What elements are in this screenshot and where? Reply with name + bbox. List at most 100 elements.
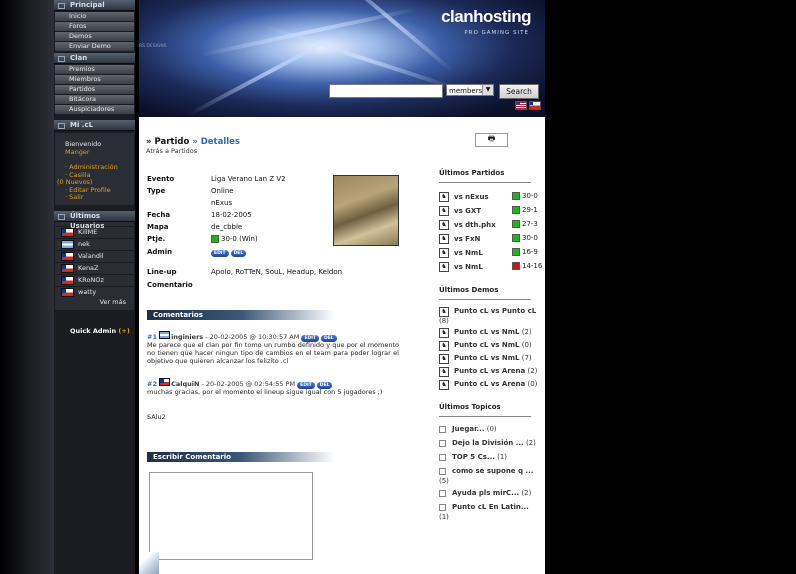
demo-title: Punto cL vs Arena [454,367,526,375]
ultimos-demos-title: Últimos Demos [439,286,499,294]
topic-item[interactable]: Dejo la División ... (2) [439,439,545,449]
menu-item-inicio[interactable]: Inicio [55,12,134,21]
quick-admin[interactable]: Quick Admin (+) [70,327,130,335]
match-opponent: vs NmL [454,249,483,257]
mapa-value: de_cbble [211,223,243,231]
back-link[interactable]: Atrás a Partidos [146,147,197,155]
english-flag-icon[interactable] [515,101,527,110]
map-thumbnail [333,175,399,246]
win-status-icon [512,220,520,228]
topic-bullet-icon [439,467,446,475]
topic-item[interactable]: TOP 5 Cs... (1) [439,453,545,463]
match-result: 30-0 [512,192,538,200]
user-item[interactable]: KenaZ [55,263,134,274]
chile-flag-icon [61,276,74,285]
chile-flag-icon [61,288,74,297]
user-panel: Bienvenido Manger · Administración · Cas… [55,133,134,205]
topic-title: Ayuda pls mirC... [452,489,520,497]
left-background [0,0,54,574]
menu-item-bitacora[interactable]: Bitácora [55,95,134,104]
comentario-label: Comentario [147,281,193,289]
delete-button[interactable]: DEL [230,250,247,257]
menu-item-auspiciadores[interactable]: Auspiciadores [55,105,134,114]
match-row[interactable]: ♞ vs dth.phx [439,220,496,230]
match-row[interactable]: ♞ vs nExus [439,192,489,202]
edit-button[interactable]: EDIT [211,250,229,257]
comment-number[interactable]: #2 [147,380,157,388]
demo-title: Punto cL vs NmL [454,341,520,349]
match-score: 30-0 [522,234,538,242]
counter-strike-icon: ♞ [439,234,449,244]
comment-author[interactable]: CalquiN [171,380,199,388]
topic-item[interactable]: Ayuda pls mirC... (2) [439,489,545,499]
user-name: KenaZ [78,264,99,272]
menu-item-foros[interactable]: Foros [55,22,134,31]
argentina-flag-icon [61,240,74,249]
match-row[interactable]: ♞ vs NmL [439,248,483,258]
admin-label: Admin [147,248,173,256]
menu-item-premios[interactable]: Premios [55,65,134,74]
demo-count: (0) [521,341,532,349]
comment-textarea[interactable] [149,472,313,560]
user-item[interactable]: KRoNOz [55,275,134,286]
demo-count: (2) [521,328,532,336]
topic-bullet-icon [439,503,446,511]
match-score: 29-1 [522,206,538,214]
demo-item[interactable]: ♞ Punto cL vs NmL (2) [439,328,545,338]
divider [439,299,531,300]
topic-item[interactable]: Juegar... (0) [439,425,545,435]
ver-mas-link[interactable]: Ver más [55,298,134,310]
lineup-label: Line-up [147,268,177,276]
menu-item-partidos[interactable]: Partidos [55,85,134,94]
print-icon[interactable]: 🖶 [475,133,508,147]
write-comment-header: Escribir Comentario [147,452,335,462]
demo-count: (7) [521,354,532,362]
user-item[interactable]: Valandil [55,251,134,262]
demo-item[interactable]: ♞ Punto cL vs NmL (7) [439,354,545,364]
logout-link[interactable]: · Salir [65,193,134,202]
loss-status-icon [512,262,520,270]
user-item[interactable]: watty [55,287,134,298]
divider [439,182,531,183]
user-item[interactable]: nek [55,239,134,250]
demo-item[interactable]: ♞ Punto cL vs Punto cL (8) [439,307,545,326]
counter-strike-icon: ♞ [439,192,449,202]
section-bullet-icon [58,56,65,62]
match-row[interactable]: ♞ vs FxN [439,234,480,244]
topic-item[interactable]: como se supone q ... (5) [439,467,545,486]
topic-item[interactable]: Punto cL En Latin... (1) [439,503,545,522]
counter-strike-icon: ♞ [439,354,449,364]
demo-count: (2) [527,367,538,375]
chile-flag-icon [61,264,74,273]
search-scope-select[interactable]: members ▼ [446,84,494,96]
demo-item[interactable]: ♞ Punto cL vs NmL (0) [439,341,545,351]
menu-item-miembros[interactable]: Miembros [55,75,134,84]
demo-item[interactable]: ♞ Punto cL vs Arena (2) [439,367,545,377]
demo-title: Punto cL vs NmL [454,328,520,336]
counter-strike-icon: ♞ [439,262,449,272]
demo-item[interactable]: ♞ Punto cL vs Arena (0) [439,380,545,390]
match-opponent: vs nExus [454,193,489,201]
quick-admin-label: Quick Admin [70,327,117,335]
site-logo[interactable]: clanhosting [441,7,531,27]
chile-flag-icon [61,228,74,237]
search-button[interactable]: Search [499,84,539,99]
comment-signoff: SAlu2 [147,413,166,421]
type-label: Type [147,187,166,195]
principal-header: Principal [54,0,135,11]
comment-number[interactable]: #1 [147,333,157,341]
menu-item-enviar-demo[interactable]: Enviar Demo [55,42,134,51]
comment-date: - 20-02-2005 @ 10:30:57 AM [205,333,300,341]
spanish-flag-icon[interactable] [529,101,541,110]
match-row[interactable]: ♞ vs NmL [439,262,483,272]
crumb-partido[interactable]: » Partido [146,137,189,147]
search-input[interactable] [329,84,443,98]
match-row[interactable]: ♞ vs GXT [439,206,481,216]
menu-item-demos[interactable]: Demos [55,32,134,41]
topic-title: Juegar... [452,425,485,433]
comment-author[interactable]: inginiers [171,333,203,341]
counter-strike-icon: ♞ [439,367,449,377]
ultimos-partidos-title: Últimos Partidos [439,169,505,177]
clan-header: Clan [54,53,135,64]
section-bullet-icon [58,214,65,220]
